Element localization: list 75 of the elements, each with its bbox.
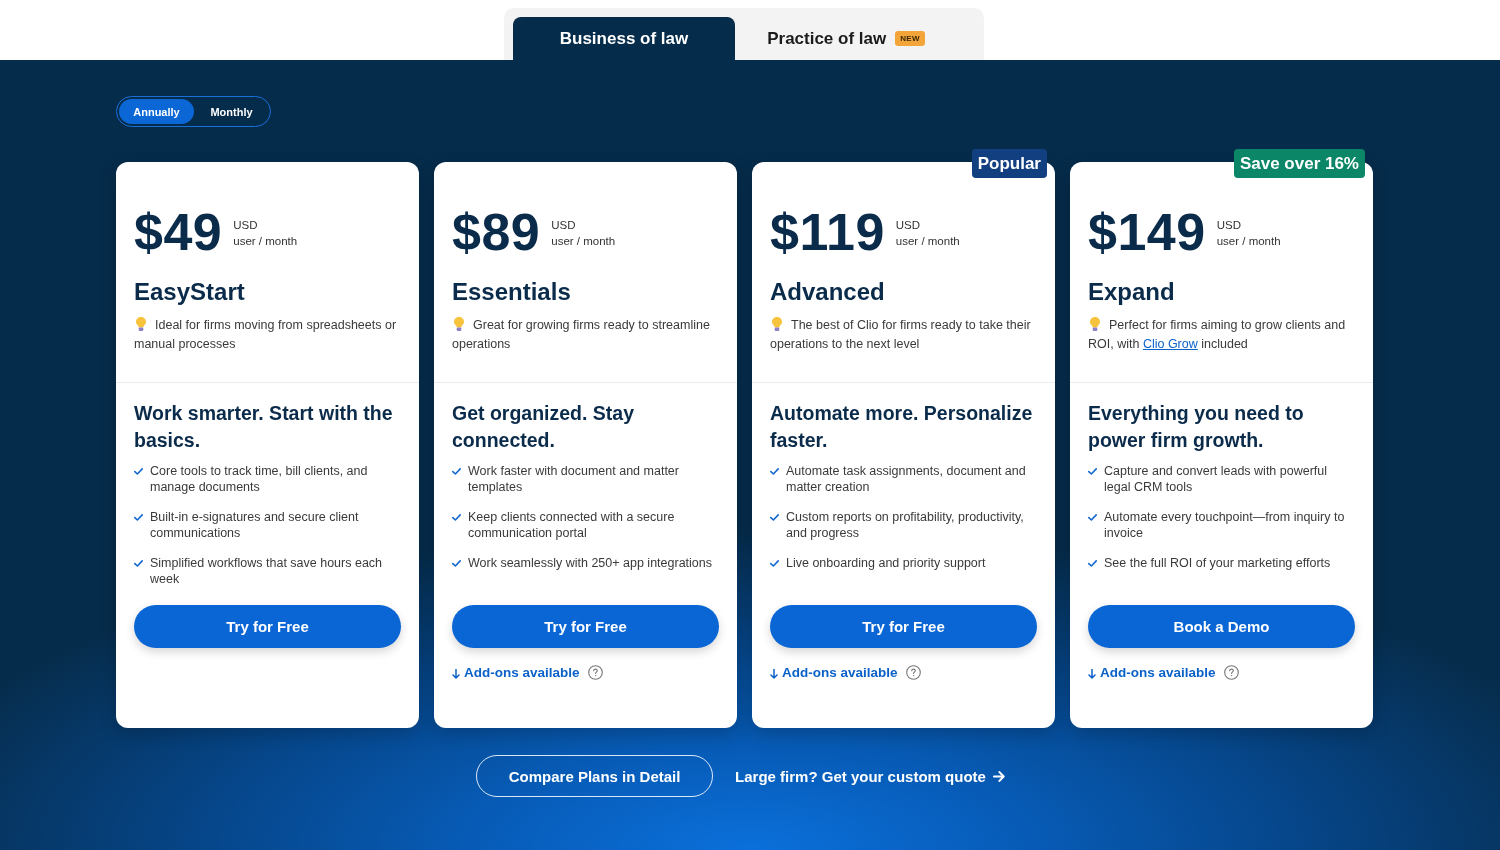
check-icon [134,468,143,475]
plan-headline: Work smarter. Start with the basics. [134,401,394,453]
check-icon [770,468,779,475]
add-ons-link[interactable]: Add-ons available [770,664,898,680]
plan-badge: Save over 16% [1233,149,1365,178]
cta-button[interactable]: Try for Free [134,605,401,648]
feature-text: Capture and convert leads with powerful legal CRM tools [1104,463,1329,495]
feature-text: Custom reports on profitability, productivity, and progress [786,509,1025,541]
feature-text: Work faster with document and matter templates [468,463,680,495]
help-icon[interactable] [587,664,603,680]
plan-price: $49 [134,206,223,258]
lightbulb-icon [454,317,464,331]
feature-text: Keep clients connected with a secure communication portal [468,509,676,541]
lightbulb-icon [772,317,782,331]
check-icon [1088,468,1097,475]
plan-price: $89 [452,206,541,258]
billing-period: user / month [895,234,960,249]
description-link[interactable]: Clio Grow [1142,337,1198,351]
plan-price: $149 [1088,206,1206,258]
plan-price: $119 [770,206,885,258]
billing-option[interactable]: Monthly [194,99,269,124]
feature-text: Work seamlessly with 250+ app integrations [468,555,712,571]
check-icon [452,560,461,567]
currency-label: USD [551,218,577,233]
feature-text: Live onboarding and priority support [786,555,986,571]
currency-label: USD [1216,218,1242,233]
billing-period: user / month [233,234,298,249]
billing-option[interactable]: Annually [119,99,194,124]
plan-headline: Get organized. Stay connected. [452,401,636,453]
down-arrow-icon [452,669,460,679]
check-icon [452,514,461,521]
check-icon [134,560,143,567]
cta-button[interactable]: Book a Demo [1088,605,1355,648]
down-arrow-icon [1088,669,1096,679]
plan-name: Expand [1088,278,1176,306]
tab[interactable]: Business of law [513,17,735,60]
feature-text: See the full ROI of your marketing efforts [1104,555,1331,571]
plan-headline: Everything you need to power firm growth. [1088,401,1305,453]
add-ons-link[interactable]: Add-ons available [1088,664,1216,680]
custom-quote-link[interactable]: Large firm? Get your custom quote [735,767,1005,785]
feature-text: Automate every touchpoint—from inquiry to invoice [1104,509,1346,541]
plan-name: Advanced [770,278,886,306]
tab[interactable]: Practice of law NEW [735,17,957,60]
currency-label: USD [895,218,922,233]
feature-text: Automate task assignments, document and matter creation [786,463,1027,495]
help-icon[interactable] [1223,664,1239,680]
lightbulb-icon [136,317,146,331]
down-arrow-icon [770,669,778,679]
lightbulb-icon [1090,317,1100,331]
check-icon [452,468,461,475]
plan-name: EasyStart [134,278,246,306]
currency-label: USD [233,218,259,233]
plan-description: Ideal for firms moving from spreadsheets or manual processes [134,316,398,353]
check-icon [1088,560,1097,567]
feature-text: Built-in e-signatures and secure client communications [150,509,360,541]
feature-text: Core tools to track time, bill clients, and manage documents [150,463,369,495]
plan-name: Essentials [452,278,572,306]
feature-text: Simplified workflows that save hours each week [150,555,384,587]
plan-description: Perfect for firms aiming to grow clients and ROI, with Clio Grow included [1088,316,1347,353]
arrow-right-icon [992,770,1005,782]
plan-badge: Popular [971,149,1047,178]
billing-period: user / month [1216,234,1281,249]
cta-button[interactable]: Try for Free [770,605,1037,648]
billing-period: user / month [551,234,616,249]
check-icon [770,560,779,567]
check-icon [770,514,779,521]
check-icon [134,514,143,521]
plan-description: The best of Clio for firms ready to take their operations to the next level [770,316,1032,353]
new-badge: NEW [895,31,925,46]
help-icon[interactable] [905,664,921,680]
cta-button[interactable]: Try for Free [452,605,719,648]
check-icon [1088,514,1097,521]
plan-headline: Automate more. Personalize faster. [770,401,1034,453]
add-ons-link[interactable]: Add-ons available [452,664,580,680]
plan-description: Great for growing firms ready to streamline operations [452,316,711,353]
